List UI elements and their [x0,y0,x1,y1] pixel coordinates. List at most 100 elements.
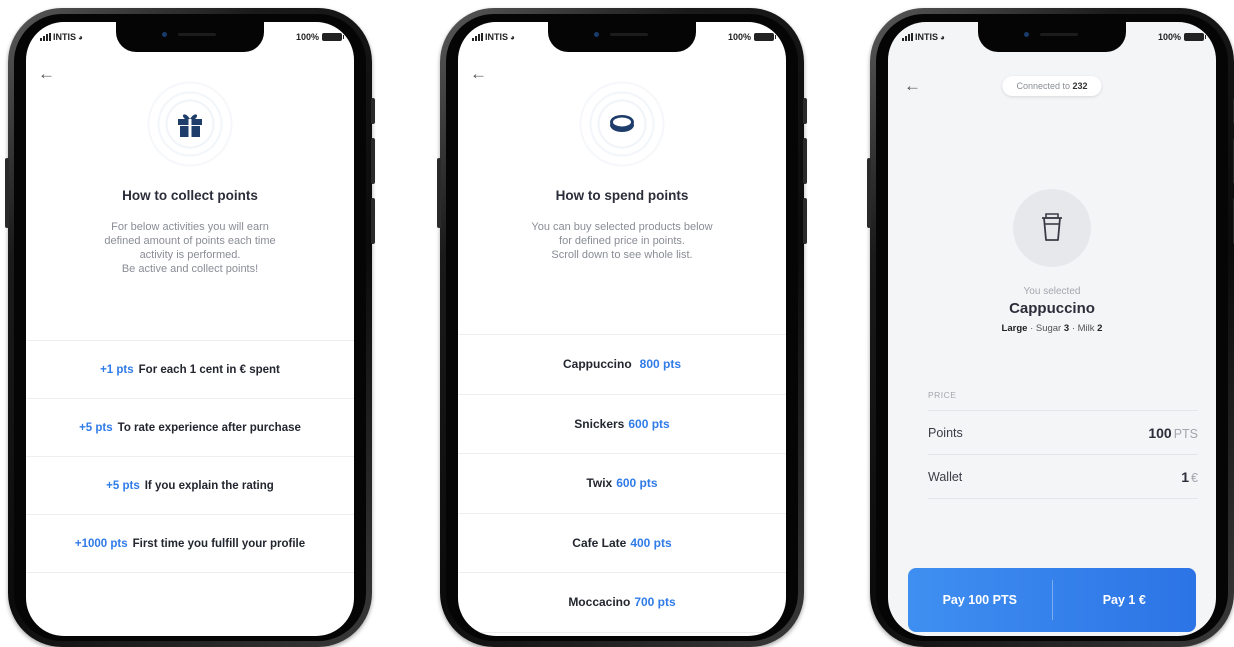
wallet-price-row: Wallet 1 € [928,454,1198,498]
side-button [371,98,375,124]
points-value: +1 pts [100,363,134,376]
battery-icon [1184,33,1206,41]
product-list[interactable]: Cappuccino 800 pts Snickers 600 pts Twix… [458,334,786,633]
desc-line: activity is performed. [139,249,241,261]
side-button [803,98,807,124]
sugar-label: Sugar [1035,323,1062,334]
product-image [1013,189,1091,267]
connected-label: Connected to [1016,81,1070,91]
list-item: +1000 pts First time you fulfill your pr… [26,515,354,573]
product-name: Cappuccino [1009,300,1095,317]
screen-collect-points: INTIS ◕ 100% ← How to collect points For… [26,22,354,636]
battery-icon [754,33,776,41]
cup-icon [1042,213,1062,241]
back-arrow-icon[interactable]: ← [38,64,58,84]
carrier-name: INTIS [915,32,939,42]
connection-badge: Connected to 232 [1002,76,1102,96]
gift-icon [178,114,202,137]
sugar-value: 3 [1063,323,1070,334]
points-value: +5 pts [79,421,113,434]
page-title: How to collect points [122,188,258,203]
phone-collect: INTIS ◕ 100% ← How to collect points For… [5,8,375,647]
side-button [803,138,807,184]
battery-percent: 100% [727,32,751,42]
page-title: How to spend points [555,188,689,203]
payment-bar: Pay 100 PTS Pay 1 € [908,568,1196,632]
machine-id: 232 [1072,81,1088,91]
points-price-row: Points 100 PTS [928,410,1198,454]
activity-text: For each 1 cent in € spent [138,363,280,376]
desc-line: For below activities you will earn [111,221,269,233]
battery-icon [322,33,344,41]
product-name: Cappuccino [562,357,632,372]
activity-list: +1 pts For each 1 cent in € spent +5 pts… [26,340,354,573]
back-arrow-icon[interactable]: ← [470,64,490,84]
price-section-label: PRICE [928,390,957,400]
list-item[interactable]: Moccacino 700 pts [458,573,786,633]
side-button [371,198,375,244]
list-item[interactable]: Twix 600 pts [458,454,786,514]
signal-icon [40,33,51,41]
list-item[interactable]: Cafe Late 400 pts [458,514,786,573]
notch [548,22,696,52]
wallet-label: Wallet [928,469,963,484]
wallet-unit: € [1191,470,1198,485]
points-value: +5 pts [106,479,140,492]
wifi-icon: ◕ [78,32,83,42]
wifi-icon: ◕ [940,32,945,42]
product-name: Cafe Late [572,535,627,550]
activity-text: If you explain the rating [144,479,274,492]
coin-icon [610,115,634,132]
screen-purchase: INTIS ◕ 100% ← Connected to 232 You sele… [888,22,1216,636]
wallet-value: 1 [1181,468,1190,485]
carrier-name: INTIS [53,32,77,42]
product-name: Moccacino [568,595,631,610]
page-description: You can buy selected products below for … [488,220,756,262]
pay-points-button[interactable]: Pay 100 PTS [908,568,1052,632]
battery-percent: 100% [295,32,319,42]
milk-label: Milk [1077,323,1095,334]
milk-value: 2 [1097,323,1103,334]
side-button [803,198,807,244]
phone-purchase: INTIS ◕ 100% ← Connected to 232 You sele… [867,8,1234,647]
coin-icon-badge [574,76,670,172]
size-value: Large [1001,323,1028,334]
product-price: 600 pts [616,476,658,491]
side-button [867,158,871,228]
list-item[interactable]: Snickers 600 pts [458,395,786,454]
list-item: +5 pts To rate experience after purchase [26,399,354,457]
product-options: Large · Sugar 3 · Milk 2 [1001,323,1103,334]
notch [116,22,264,52]
points-value: 100 [1148,424,1172,441]
selected-label: You selected [1023,286,1081,297]
points-value: +1000 pts [74,537,128,550]
desc-line: Be active and collect points! [121,263,259,275]
wifi-icon: ◕ [510,32,515,42]
points-unit: PTS [1173,426,1198,441]
product-price: 800 pts [639,357,682,372]
phone-spend: INTIS ◕ 100% ← How to spend points You c… [437,8,807,647]
desc-line: Scroll down to see whole list. [551,249,693,261]
pay-wallet-button[interactable]: Pay 1 € [1053,568,1197,632]
page-description: For below activities you will earn defin… [56,220,324,276]
carrier-name: INTIS [485,32,509,42]
product-name: Snickers [574,416,625,431]
product-price: 700 pts [634,595,676,610]
signal-icon [472,33,483,41]
back-arrow-icon[interactable]: ← [904,76,924,96]
side-button [371,138,375,184]
divider [928,498,1198,499]
notch [978,22,1126,52]
gift-icon-badge [142,76,238,172]
list-item[interactable]: Cappuccino 800 pts [458,335,786,395]
activity-text: First time you fulfill your profile [132,537,306,550]
battery-percent: 100% [1157,32,1181,42]
desc-line: for defined price in points. [559,235,685,247]
list-item: +5 pts If you explain the rating [26,457,354,515]
product-price: 400 pts [630,535,672,550]
signal-icon [902,33,913,41]
product-price: 600 pts [628,416,670,431]
desc-line: You can buy selected products below [531,221,713,233]
points-label: Points [928,425,963,440]
desc-line: defined amount of points each time [104,235,276,247]
